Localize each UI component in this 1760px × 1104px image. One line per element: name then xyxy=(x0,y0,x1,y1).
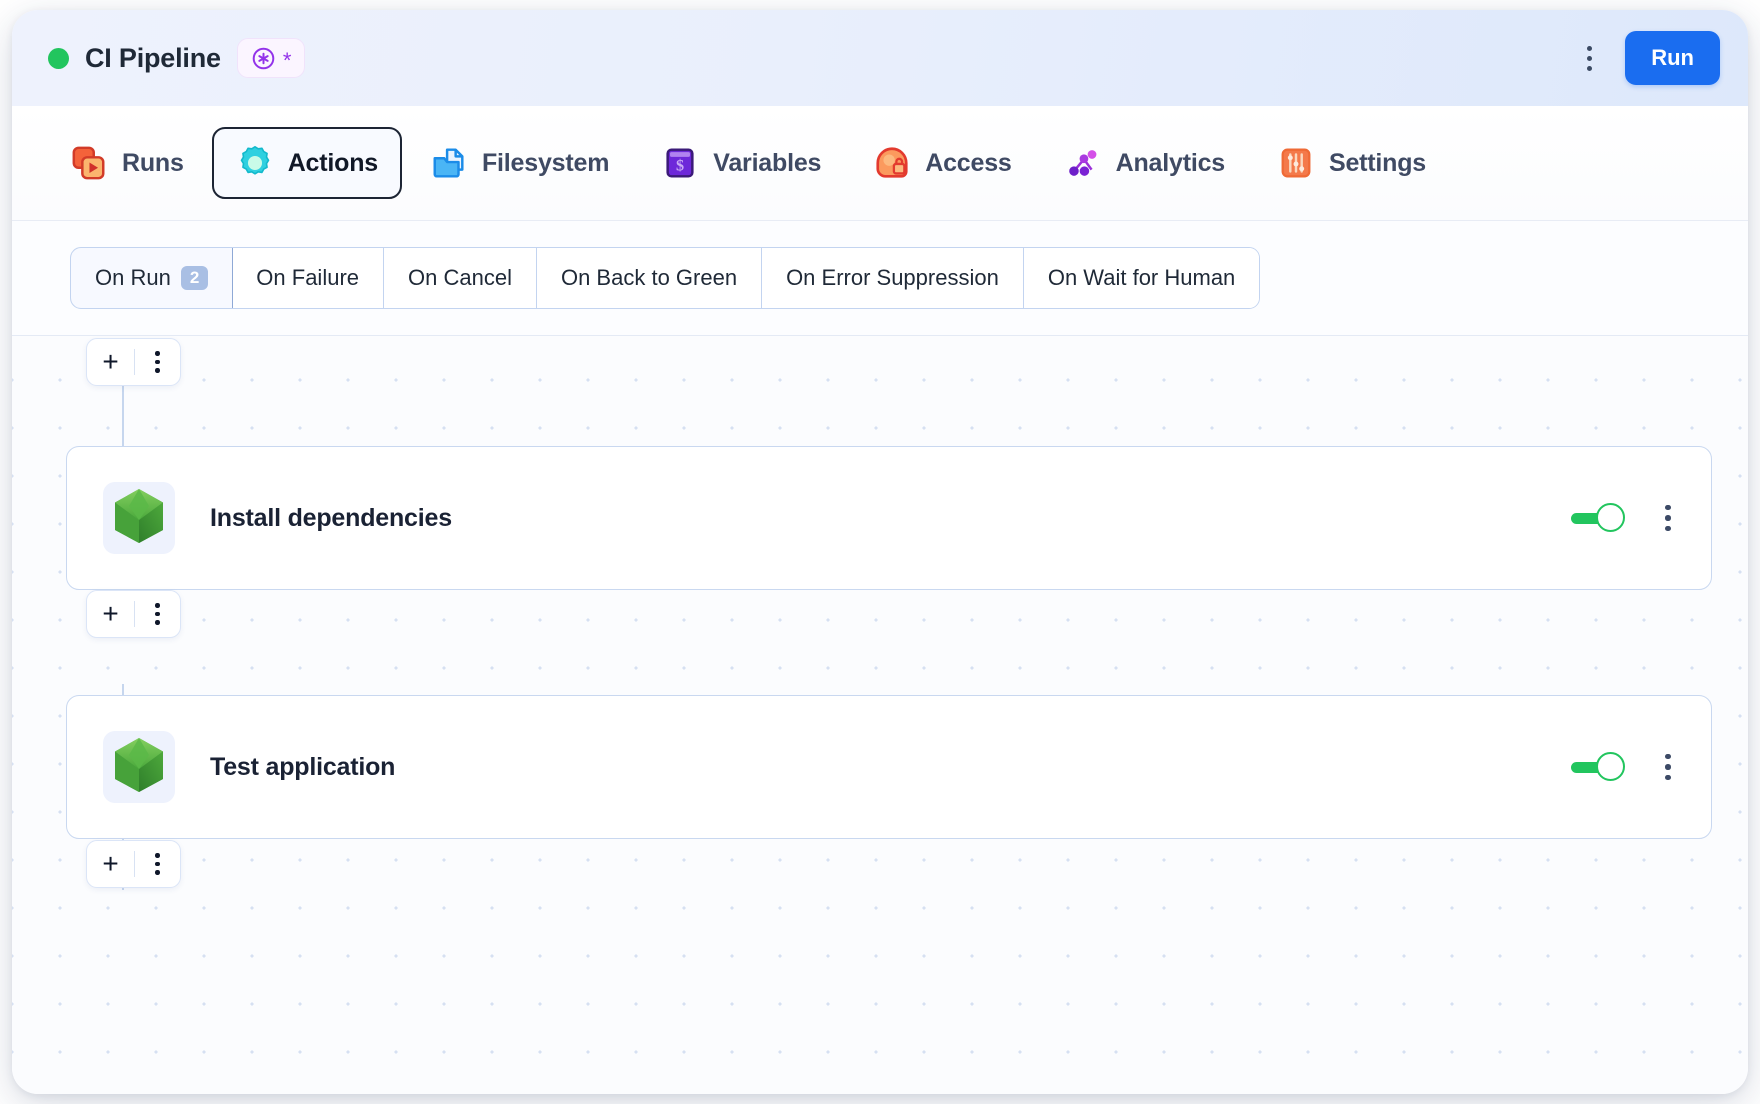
action-node-card[interactable]: Install dependencies xyxy=(66,446,1712,590)
sub-tab-bar: On Run 2 On Failure On Cancel On Back to… xyxy=(12,221,1748,336)
nodejs-hexagon-icon xyxy=(111,487,167,550)
kebab-dot xyxy=(155,603,160,608)
nav-label: Access xyxy=(925,148,1012,177)
nav-label: Analytics xyxy=(1115,148,1226,177)
connector-line xyxy=(122,384,124,448)
main-navigation: Runs Actions Filesystem $ Variables Acce… xyxy=(12,106,1748,221)
nav-item-analytics[interactable]: Analytics xyxy=(1040,127,1249,199)
tab-label: On Back to Green xyxy=(560,265,738,290)
add-step-menu-button[interactable] xyxy=(135,591,180,637)
kebab-dot xyxy=(155,870,160,875)
nav-label: Settings xyxy=(1328,148,1427,177)
tab-on-back-to-green[interactable]: On Back to Green xyxy=(536,248,763,308)
action-node-card[interactable]: Test application xyxy=(66,695,1712,839)
window-menu-button[interactable] xyxy=(1575,38,1603,78)
tab-label: On Wait for Human xyxy=(1047,265,1236,290)
kebab-dot xyxy=(155,620,160,625)
status-dot xyxy=(48,47,69,69)
tab-on-error-suppression[interactable]: On Error Suppression xyxy=(762,248,1024,308)
tab-label: On Cancel xyxy=(408,265,512,290)
kebab-dot xyxy=(1665,525,1671,532)
add-step-menu-button[interactable] xyxy=(135,339,180,385)
kebab-dot xyxy=(155,611,160,617)
kebab-dot xyxy=(155,368,160,373)
flow-graph: + Install dependencies + Test applicatio… xyxy=(12,336,1748,1094)
nav-item-runs[interactable]: Runs xyxy=(46,127,208,199)
badge-symbol: * xyxy=(282,48,292,73)
node-enabled-toggle[interactable] xyxy=(1571,503,1625,533)
trigger-tabs: On Run 2 On Failure On Cancel On Back to… xyxy=(70,247,1261,309)
nav-item-variables[interactable]: $ Variables xyxy=(637,127,845,199)
nav-item-settings[interactable]: Settings xyxy=(1253,127,1450,199)
flow-canvas[interactable]: + Install dependencies + Test applicatio… xyxy=(12,336,1748,1094)
title-bar: CI Pipeline * Run xyxy=(12,10,1748,106)
node-icon-container xyxy=(103,731,175,803)
settings-sliders-icon xyxy=(1277,144,1315,182)
nav-item-filesystem[interactable]: Filesystem xyxy=(406,127,633,199)
add-step-bar: + xyxy=(86,590,181,638)
kebab-dot xyxy=(1586,45,1592,51)
add-step-button[interactable]: + xyxy=(87,841,134,887)
svg-text:$: $ xyxy=(676,158,684,175)
node-icon-container xyxy=(103,482,175,554)
page-title: CI Pipeline xyxy=(85,42,221,73)
analytics-icon xyxy=(1064,144,1102,182)
nav-label: Variables xyxy=(713,148,822,177)
asterisk-circle-icon xyxy=(251,46,276,71)
node-enabled-toggle[interactable] xyxy=(1571,752,1625,782)
nav-label: Runs xyxy=(122,148,184,177)
toggle-knob xyxy=(1596,752,1625,781)
tab-on-cancel[interactable]: On Cancel xyxy=(384,248,537,308)
add-step-menu-button[interactable] xyxy=(135,841,180,887)
kebab-dot xyxy=(1665,764,1671,770)
add-step-button[interactable]: + xyxy=(87,591,134,637)
actions-gear-icon xyxy=(236,144,274,182)
tab-label: On Error Suppression xyxy=(786,265,999,290)
kebab-dot xyxy=(1665,504,1671,511)
kebab-dot xyxy=(155,861,160,867)
kebab-dot xyxy=(155,853,160,858)
runs-icon xyxy=(70,144,108,182)
node-menu-button[interactable] xyxy=(1653,498,1683,538)
nav-label: Filesystem xyxy=(481,148,610,177)
node-menu-button[interactable] xyxy=(1653,747,1683,787)
kebab-dot xyxy=(1586,55,1592,61)
run-button[interactable]: Run xyxy=(1625,31,1720,85)
tab-label: On Run xyxy=(95,265,171,290)
tab-on-run[interactable]: On Run 2 xyxy=(71,248,234,308)
tab-label: On Failure xyxy=(256,265,360,290)
add-step-button[interactable]: + xyxy=(87,339,134,385)
add-step-bar: + xyxy=(86,338,181,386)
tab-count-badge: 2 xyxy=(180,265,209,291)
node-controls xyxy=(1571,747,1683,787)
kebab-dot xyxy=(155,351,160,356)
filesystem-icon xyxy=(430,144,468,182)
tab-on-failure[interactable]: On Failure xyxy=(232,248,385,308)
variables-icon: $ xyxy=(661,144,699,182)
nodejs-hexagon-icon xyxy=(111,736,167,799)
nav-item-actions[interactable]: Actions xyxy=(211,127,402,199)
kebab-dot xyxy=(1586,65,1592,71)
title-right-group: Run xyxy=(1575,31,1720,85)
nav-label: Actions xyxy=(287,148,378,177)
node-controls xyxy=(1571,498,1683,538)
nav-item-access[interactable]: Access xyxy=(849,127,1035,199)
toggle-knob xyxy=(1596,503,1625,532)
kebab-dot xyxy=(1665,774,1671,781)
kebab-dot xyxy=(1665,753,1671,760)
kebab-dot xyxy=(155,359,160,365)
access-lock-icon xyxy=(873,144,911,182)
title-left-group: CI Pipeline * xyxy=(48,38,306,78)
node-title: Test application xyxy=(210,752,396,781)
add-step-bar: + xyxy=(86,840,181,888)
app-window: CI Pipeline * Run Runs Actions Filesyste… xyxy=(12,10,1748,1094)
tab-on-wait-for-human[interactable]: On Wait for Human xyxy=(1023,248,1260,308)
node-title: Install dependencies xyxy=(210,503,452,532)
kebab-dot xyxy=(1665,515,1671,521)
status-badge[interactable]: * xyxy=(236,38,306,78)
